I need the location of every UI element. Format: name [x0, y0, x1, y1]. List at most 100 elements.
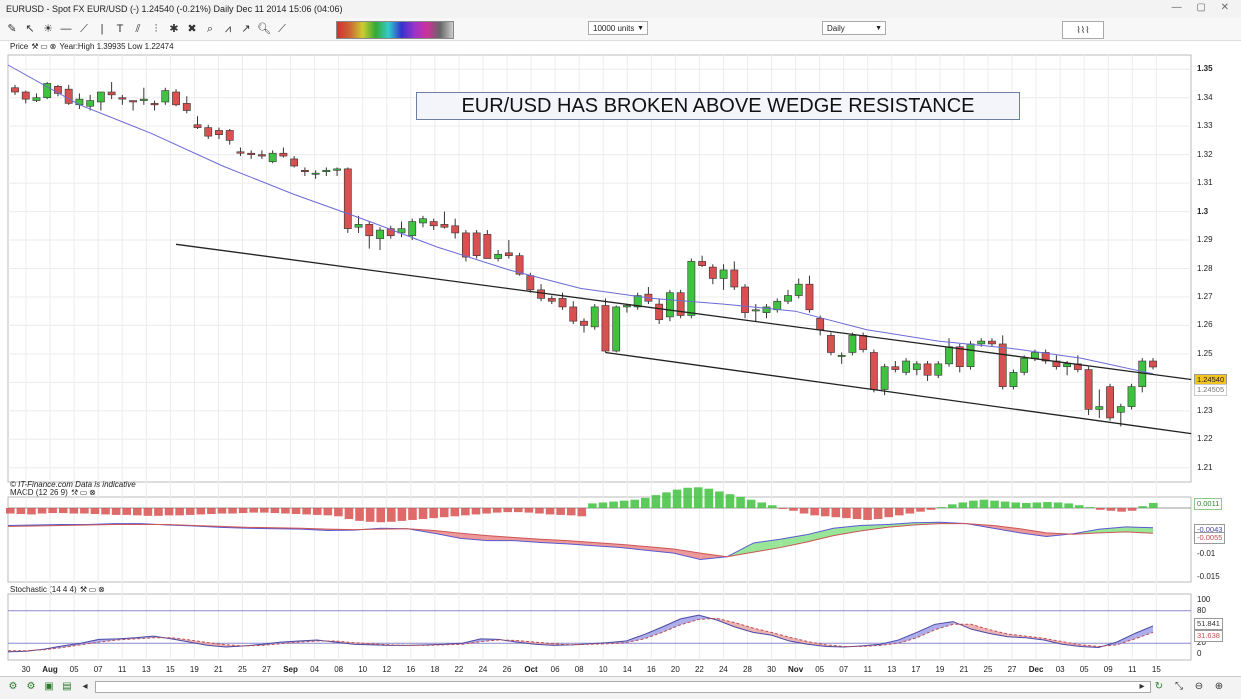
candle-body [11, 87, 19, 93]
candle-body [1095, 406, 1104, 410]
candle-body [859, 335, 868, 350]
macd-histogram-bar [302, 508, 311, 515]
date-tick-label: 24 [718, 665, 728, 674]
macd-histogram-bar [323, 508, 333, 516]
compare-icon[interactable]: ⚙ [24, 680, 38, 694]
stoch-tick-label: 100 [1197, 595, 1211, 604]
date-tick-label: 25 [237, 665, 247, 674]
macd-histogram-bar [556, 508, 565, 515]
candle-body [580, 320, 588, 326]
print-icon[interactable]: ▤ [60, 680, 74, 694]
macd-histogram-bar [736, 496, 745, 508]
macd-histogram-bar [1064, 503, 1073, 508]
macd-histogram-bar [566, 508, 576, 516]
macd-histogram-bar [725, 494, 735, 508]
date-tick-label: 12 [382, 665, 392, 674]
candle-body [376, 229, 384, 239]
date-tick-label: 21 [959, 665, 969, 674]
candle-body [118, 97, 127, 100]
macd-histogram-bar [683, 487, 692, 508]
date-tick-label: 28 [743, 665, 752, 674]
date-tick-label: 09 [1103, 665, 1113, 674]
candle-body [247, 152, 256, 155]
macd-tick-label: -0.015 [1197, 572, 1220, 581]
macd-histogram-bar [715, 491, 724, 508]
stoch-d-box: 31.638 [1194, 630, 1223, 642]
macd-histogram-bar [609, 501, 618, 508]
macd-histogram-bar [1043, 502, 1052, 508]
date-tick-label: 07 [93, 665, 103, 674]
stoch-tick-label: 0 [1197, 649, 1202, 658]
macd-histogram-bar [164, 508, 174, 516]
candle-body [934, 363, 943, 376]
macd-histogram-bar [947, 504, 957, 508]
macd-histogram-bar [154, 508, 163, 516]
date-tick-label: 14 [622, 665, 632, 674]
candle-body [300, 169, 309, 173]
candle-body [558, 298, 567, 308]
date-tick-label: 13 [141, 665, 151, 674]
macd-histogram-bar [376, 508, 386, 523]
indicator-icon[interactable]: ⚙ [6, 680, 20, 694]
candle-body [623, 305, 631, 308]
macd-hist-box: 0.0011 [1194, 498, 1223, 510]
price-tick-label: 1.34 [1197, 92, 1213, 102]
candle-body [655, 303, 664, 321]
macd-histogram-bar [630, 499, 640, 508]
macd-histogram-bar [789, 508, 798, 511]
scroll-right-icon[interactable]: ▸ [1135, 680, 1149, 694]
macd-histogram-bar [143, 508, 153, 516]
macd-histogram-bar [651, 495, 661, 508]
date-tick-label: 08 [574, 665, 584, 674]
candle-body [258, 154, 266, 157]
chart-annotation[interactable]: EUR/USD HAS BROKEN ABOVE WEDGE RESISTANC… [416, 92, 1020, 120]
macd-histogram-bar [418, 508, 428, 520]
news-icon[interactable]: ▣ [42, 680, 56, 694]
candle-body [225, 130, 234, 141]
fit-icon[interactable]: ⤡ [1172, 680, 1186, 694]
candle-body [193, 124, 202, 128]
macd-histogram-bar [196, 508, 206, 515]
candle-body [848, 335, 857, 353]
macd-histogram-bar [778, 508, 788, 509]
macd-histogram-bar [1085, 507, 1095, 508]
macd-histogram-bar [281, 508, 290, 514]
macd-histogram-bar [58, 508, 68, 514]
macd-tick-label: -0.01 [1197, 549, 1216, 558]
macd-histogram-bar [6, 508, 15, 514]
scroll-left-icon[interactable]: ◂ [78, 680, 92, 694]
candle-body [236, 151, 245, 154]
date-tick-label: 27 [1007, 665, 1017, 674]
price-tick-label: 1.26 [1197, 320, 1213, 330]
macd-histogram-bar [111, 508, 121, 515]
candle-body [462, 232, 470, 258]
macd-histogram-bar [217, 508, 227, 514]
candle-body [945, 346, 953, 365]
candle-body [902, 360, 910, 373]
candle-body [977, 340, 986, 345]
candle-body [880, 366, 889, 390]
candle-body [923, 363, 932, 376]
horizontal-scrollbar[interactable] [95, 681, 1151, 693]
date-tick-label: 30 [21, 665, 31, 674]
candle-body [612, 306, 621, 352]
candle-body [419, 218, 427, 224]
candle-body [998, 343, 1007, 387]
macd-histogram-bar [185, 508, 195, 515]
candle-body [1149, 360, 1157, 368]
macd-histogram-bar [397, 508, 407, 521]
refresh-icon[interactable]: ↻ [1152, 680, 1166, 694]
macd-histogram-bar [249, 508, 259, 513]
date-tick-label: 21 [213, 665, 223, 674]
date-tick-label: 20 [670, 665, 680, 674]
candle-body [311, 172, 320, 175]
zoom-out-icon[interactable]: ⊖ [1192, 680, 1206, 694]
date-tick-label: 24 [478, 665, 488, 674]
zoom-in-icon[interactable]: ⊕ [1212, 680, 1226, 694]
price-tick-label: 1.32 [1197, 149, 1213, 159]
candle-body [429, 221, 438, 227]
data-source-note: © IT-Finance.com Data is indicative [10, 480, 136, 489]
macd-histogram-bar [704, 488, 714, 508]
candle-body [451, 225, 460, 234]
candle-body [279, 152, 288, 157]
